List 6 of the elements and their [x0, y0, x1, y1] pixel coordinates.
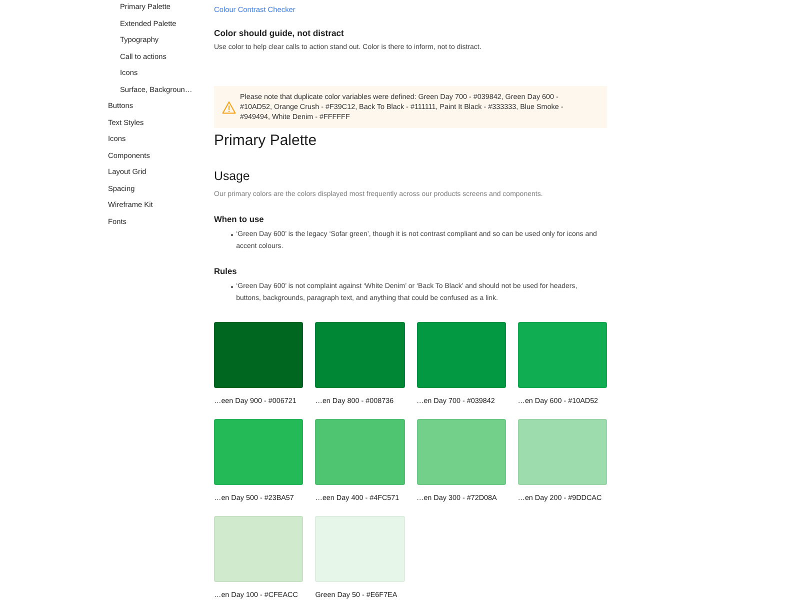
- usage-heading: Usage: [214, 168, 250, 184]
- subsection-heading: When to use: [214, 213, 264, 225]
- subsection-heading: Rules: [214, 265, 237, 277]
- warning-icon: [222, 100, 236, 114]
- section-heading: Color should guide, not distract: [214, 27, 344, 39]
- page-title: Primary Palette: [214, 131, 317, 151]
